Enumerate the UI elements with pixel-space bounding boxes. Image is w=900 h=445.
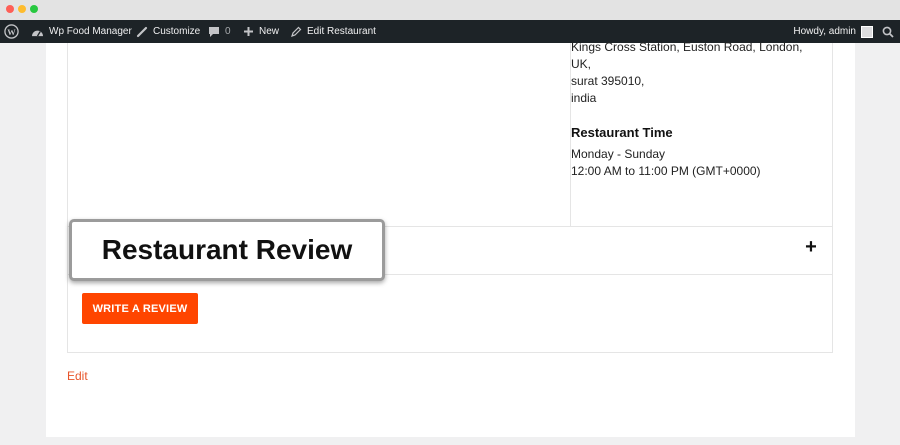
- pencil-icon: [290, 26, 302, 38]
- new-content-menu[interactable]: New: [243, 20, 279, 43]
- edit-link[interactable]: Edit: [67, 369, 88, 383]
- brush-icon: [136, 26, 148, 38]
- minimize-window-dot[interactable]: [18, 5, 26, 13]
- plus-icon: [243, 26, 254, 37]
- restaurant-time-heading: Restaurant Time: [571, 125, 673, 140]
- restaurant-time-hours: 12:00 AM to 11:00 PM (GMT+0000): [571, 164, 761, 178]
- comment-icon: [208, 26, 220, 38]
- search-button[interactable]: [882, 20, 894, 43]
- avatar: [861, 25, 873, 38]
- address-line: UK,: [571, 57, 592, 71]
- wordpress-icon: W: [4, 24, 19, 39]
- edit-restaurant-menu[interactable]: Edit Restaurant: [290, 20, 376, 43]
- maximize-window-dot[interactable]: [30, 5, 38, 13]
- write-review-button[interactable]: WRITE A REVIEW: [82, 293, 198, 324]
- dashboard-icon: [31, 26, 44, 37]
- new-label: New: [259, 26, 280, 37]
- browser-chrome: [0, 0, 900, 20]
- expand-review-toggle[interactable]: +: [803, 235, 819, 259]
- comments-menu[interactable]: 0: [208, 20, 231, 43]
- svg-text:W: W: [7, 27, 16, 37]
- site-name-menu[interactable]: Wp Food Manager: [31, 20, 132, 43]
- address-line: india: [571, 91, 597, 105]
- site-name-label: Wp Food Manager: [49, 26, 132, 37]
- restaurant-review-heading-callout: Restaurant Review: [69, 219, 385, 281]
- restaurant-review-heading: Restaurant Review: [101, 234, 353, 265]
- restaurant-address: Kings Cross Station, Euston Road, London…: [571, 39, 811, 107]
- comments-count: 0: [225, 26, 231, 37]
- howdy-label: Howdy, admin: [793, 26, 856, 37]
- address-line: Kings Cross Station, Euston Road, London…: [571, 40, 803, 54]
- search-icon: [882, 26, 894, 38]
- customize-label: Customize: [153, 26, 201, 37]
- address-line: surat 395010,: [571, 74, 645, 88]
- close-window-dot[interactable]: [6, 5, 14, 13]
- restaurant-time-days: Monday - Sunday: [571, 147, 666, 161]
- wordpress-logo-button[interactable]: W: [4, 20, 19, 43]
- customize-menu[interactable]: Customize: [136, 20, 200, 43]
- edit-restaurant-label: Edit Restaurant: [307, 26, 376, 37]
